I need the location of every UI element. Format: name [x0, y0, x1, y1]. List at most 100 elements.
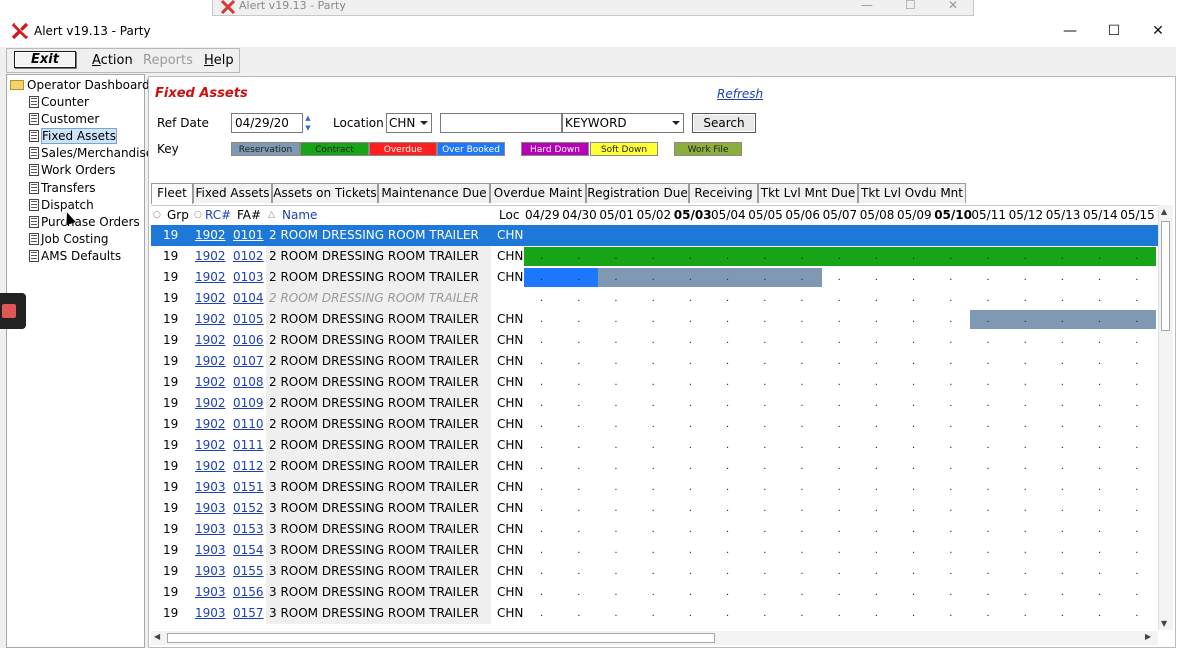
date-column[interactable]: 05/14	[1083, 208, 1118, 222]
cell-fa-link[interactable]: 0157	[233, 606, 264, 620]
tab-maintenance-due[interactable]: Maintenance Due	[378, 183, 490, 203]
cell-fa-link[interactable]: 0152	[233, 501, 264, 515]
date-column[interactable]: 05/07	[823, 208, 858, 222]
vertical-scrollbar[interactable]: ▲ ▼	[1158, 205, 1173, 630]
tree-root-operator-dashboard[interactable]: Operator Dashboard	[10, 77, 150, 93]
tree-item-customer[interactable]: Customer	[29, 111, 99, 127]
date-column[interactable]: 04/30	[562, 208, 597, 222]
column-grp[interactable]: Grp	[167, 208, 189, 222]
cell-rc-link[interactable]: 1903	[195, 501, 226, 515]
cell-rc-link[interactable]: 1903	[195, 564, 226, 578]
date-column[interactable]: 05/04	[711, 208, 746, 222]
table-row[interactable]: 19 1902 0110 2 ROOM DRESSING ROOM TRAILER CH…	[151, 414, 1158, 435]
tab-assets-on-tickets[interactable]: Assets on Tickets	[272, 183, 378, 203]
tree-item-job-costing[interactable]: Job Costing	[29, 231, 109, 247]
table-row[interactable]: 19 1902 0103 2 ROOM DRESSING ROOM TRAILER CH…	[151, 267, 1158, 288]
date-column[interactable]: 05/08	[860, 208, 895, 222]
column-rc[interactable]: RC#	[205, 208, 231, 222]
tab-overdue-maint[interactable]: Overdue Maint	[490, 183, 586, 203]
cell-fa-link[interactable]: 0107	[233, 354, 264, 368]
cell-rc-link[interactable]: 1902	[195, 291, 226, 305]
keyword-input[interactable]	[440, 113, 562, 133]
cell-fa-link[interactable]: 0110	[233, 417, 264, 431]
spin-down-icon[interactable]: ▼	[303, 123, 313, 133]
cell-rc-link[interactable]: 1902	[195, 417, 226, 431]
tab-fleet[interactable]: Fleet	[151, 183, 193, 204]
cell-rc-link[interactable]: 1902	[195, 249, 226, 263]
cell-rc-link[interactable]: 1902	[195, 375, 226, 389]
cell-fa-link[interactable]: 0155	[233, 564, 264, 578]
table-row[interactable]: 19 1903 0157 3 ROOM DRESSING ROOM TRAILER CH…	[151, 603, 1158, 624]
tab-tkt-lvl-ovdu-mnt[interactable]: Tkt Lvl Ovdu Mnt	[858, 183, 966, 203]
ref-date-input[interactable]: 04/29/20	[231, 113, 303, 133]
date-column[interactable]: 05/06	[785, 208, 820, 222]
table-row[interactable]: 19 1902 0107 2 ROOM DRESSING ROOM TRAILER CH…	[151, 351, 1158, 372]
table-row[interactable]: 19 1902 0108 2 ROOM DRESSING ROOM TRAILER CH…	[151, 372, 1158, 393]
date-column[interactable]: 05/15	[1120, 208, 1155, 222]
menu-help[interactable]: Help	[204, 53, 234, 68]
bg-maximize-icon[interactable]: ☐	[905, 0, 916, 12]
cell-rc-link[interactable]: 1902	[195, 333, 226, 347]
keyword-type-select[interactable]: KEYWORD	[562, 113, 684, 133]
cell-rc-link[interactable]: 1902	[195, 354, 226, 368]
cell-fa-link[interactable]: 0112	[233, 459, 264, 473]
cell-fa-link[interactable]: 0154	[233, 543, 264, 557]
tab-registration-due[interactable]: Registration Due	[586, 183, 689, 203]
scroll-down-icon[interactable]: ▼	[1161, 619, 1167, 628]
date-column[interactable]: 05/09	[897, 208, 932, 222]
table-row[interactable]: 19 1902 0102 2 ROOM DRESSING ROOM TRAILER CH…	[151, 246, 1158, 267]
date-column[interactable]: 05/05	[748, 208, 783, 222]
column-fa[interactable]: FA#	[237, 208, 261, 222]
tree-item-dispatch[interactable]: Dispatch	[29, 197, 94, 213]
scroll-right-icon[interactable]: ▶	[1145, 632, 1151, 641]
cell-rc-link[interactable]: 1902	[195, 228, 226, 242]
scroll-left-icon[interactable]: ◀	[154, 632, 160, 641]
cell-rc-link[interactable]: 1902	[195, 438, 226, 452]
cell-rc-link[interactable]: 1903	[195, 585, 226, 599]
tree-item-work-orders[interactable]: Work Orders	[29, 162, 116, 178]
table-row[interactable]: 19 1903 0156 3 ROOM DRESSING ROOM TRAILER CH…	[151, 582, 1158, 603]
location-select[interactable]: CHN	[386, 113, 432, 133]
cell-rc-link[interactable]: 1903	[195, 606, 226, 620]
tab-tkt-lvl-mnt-due[interactable]: Tkt Lvl Mnt Due	[758, 183, 858, 203]
cell-fa-link[interactable]: 0103	[233, 270, 264, 284]
table-row[interactable]: 19 1903 0151 3 ROOM DRESSING ROOM TRAILER CH…	[151, 477, 1158, 498]
date-column[interactable]: 04/29	[525, 208, 560, 222]
date-column[interactable]: 05/11	[971, 208, 1006, 222]
cell-rc-link[interactable]: 1902	[195, 270, 226, 284]
horizontal-scroll-thumb[interactable]	[167, 633, 715, 643]
column-name[interactable]: Name	[282, 208, 317, 222]
date-column[interactable]: 05/10	[934, 208, 972, 222]
tree-item-transfers[interactable]: Transfers	[29, 180, 96, 196]
date-column[interactable]: 05/13	[1046, 208, 1081, 222]
cell-rc-link[interactable]: 1903	[195, 543, 226, 557]
cell-fa-link[interactable]: 0105	[233, 312, 264, 326]
table-row[interactable]: 19 1902 0104 2 ROOM DRESSING ROOM TRAILER..…	[151, 288, 1158, 309]
cell-fa-link[interactable]: 0101	[233, 228, 264, 242]
cell-fa-link[interactable]: 0156	[233, 585, 264, 599]
table-row[interactable]: 19 1903 0153 3 ROOM DRESSING ROOM TRAILER CH…	[151, 519, 1158, 540]
timeline-bar-over-booked[interactable]	[524, 268, 599, 287]
column-loc[interactable]: Loc	[499, 208, 519, 222]
cell-rc-link[interactable]: 1902	[195, 312, 226, 326]
bg-minimize-icon[interactable]: —	[861, 0, 873, 12]
tab-receiving[interactable]: Receiving	[689, 183, 758, 203]
table-row[interactable]: 19 1902 0111 2 ROOM DRESSING ROOM TRAILER CH…	[151, 435, 1158, 456]
table-row[interactable]: 19 1903 0154 3 ROOM DRESSING ROOM TRAILER CH…	[151, 540, 1158, 561]
tree-item-purchase-orders[interactable]: Purchase Orders	[29, 214, 140, 230]
table-row[interactable]: 19 1903 0152 3 ROOM DRESSING ROOM TRAILER CH…	[151, 498, 1158, 519]
menu-action[interactable]: Action	[92, 53, 133, 68]
table-row[interactable]: 19 1902 0112 2 ROOM DRESSING ROOM TRAILER CH…	[151, 456, 1158, 477]
tree-item-fixed-assets[interactable]: Fixed Assets	[29, 128, 117, 145]
cell-fa-link[interactable]: 0108	[233, 375, 264, 389]
date-column[interactable]: 05/03	[674, 208, 712, 222]
close-button[interactable]: ✕	[1138, 20, 1178, 42]
minimize-button[interactable]: —	[1050, 20, 1090, 42]
cell-fa-link[interactable]: 0106	[233, 333, 264, 347]
table-row[interactable]: 19 1902 0101 2 ROOM DRESSING ROOM TRAILER CH…	[151, 225, 1158, 246]
date-spinner[interactable]: ▲ ▼	[303, 113, 313, 133]
tree-item-ams-defaults[interactable]: AMS Defaults	[29, 248, 121, 264]
cell-fa-link[interactable]: 0151	[233, 480, 264, 494]
table-row[interactable]: 19 1903 0155 3 ROOM DRESSING ROOM TRAILER CH…	[151, 561, 1158, 582]
cell-fa-link[interactable]: 0111	[233, 438, 264, 452]
